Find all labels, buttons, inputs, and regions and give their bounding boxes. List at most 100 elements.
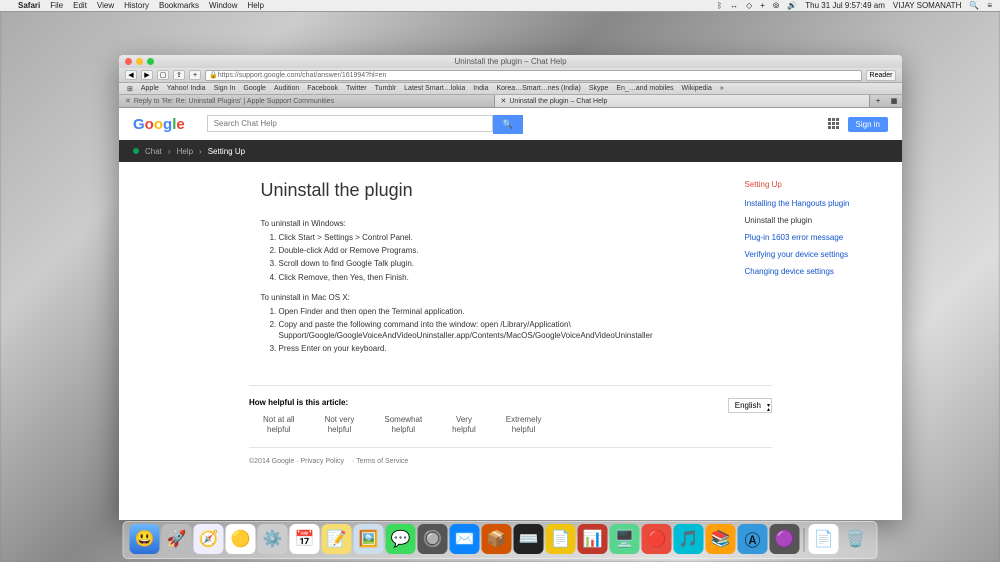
close-tab-icon[interactable]: ✕ <box>125 97 131 105</box>
page-title: Uninstall the plugin <box>261 180 717 201</box>
dock-finder[interactable]: 😃 <box>130 524 160 554</box>
bookmark-item[interactable]: Facebook <box>307 85 338 92</box>
bookmark-item[interactable]: Twitter <box>346 85 367 92</box>
sidebar-link[interactable]: Plug-in 1603 error message <box>745 233 877 242</box>
tab-chat-help[interactable]: ✕Uninstall the plugin – Chat Help <box>495 95 871 107</box>
bm-grid-icon[interactable]: ⊞ <box>127 85 133 93</box>
menu-edit[interactable]: Edit <box>73 1 87 10</box>
bluetooth-icon[interactable]: ᛒ <box>717 1 722 10</box>
bookmarks-button[interactable]: ▢ <box>157 70 169 80</box>
menubar-clock[interactable]: Thu 31 Jul 9:57:49 am <box>805 1 885 10</box>
menubar-user[interactable]: VIJAY SOMANATH <box>893 1 961 10</box>
dock-safari[interactable]: 🧭 <box>194 524 224 554</box>
menu-window[interactable]: Window <box>209 1 237 10</box>
dock-app3[interactable]: 🔴 <box>642 524 672 554</box>
page-footer: ©2014 Google · Privacy Policy · Terms of… <box>249 447 772 475</box>
signin-button[interactable]: Sign in <box>848 117 888 132</box>
sync-icon[interactable]: ↔ <box>730 1 738 10</box>
search-input[interactable] <box>207 115 493 132</box>
address-bar[interactable]: 🔒 https://support.google.com/chat/answer… <box>205 70 862 81</box>
feedback-option[interactable]: Extremelyhelpful <box>506 415 542 436</box>
dock-mail[interactable]: ✉️ <box>450 524 480 554</box>
dock-quicktime[interactable]: 🔘 <box>418 524 448 554</box>
feedback-option[interactable]: Somewhathelpful <box>384 415 422 436</box>
notifications-icon[interactable]: ≡ <box>987 1 992 10</box>
apps-icon[interactable] <box>828 118 840 130</box>
dock-numbers[interactable]: 📊 <box>578 524 608 554</box>
dock-notes[interactable]: 📝 <box>322 524 352 554</box>
sidebar-link[interactable]: Verifying your device settings <box>745 250 877 259</box>
bookmark-overflow[interactable]: » <box>720 85 724 92</box>
reader-button[interactable]: Reader <box>866 70 896 81</box>
status-dot-icon <box>133 148 139 154</box>
menu-bookmarks[interactable]: Bookmarks <box>159 1 199 10</box>
crumb-chat[interactable]: Chat <box>145 147 162 156</box>
add-bookmark-button[interactable]: + <box>189 70 201 80</box>
menu-file[interactable]: File <box>50 1 63 10</box>
tab-overview-button[interactable]: ▦ <box>886 95 902 107</box>
dock-calendar[interactable]: 📅 <box>290 524 320 554</box>
dock-trash[interactable]: 🗑️ <box>841 524 871 554</box>
menu-view[interactable]: View <box>97 1 114 10</box>
bookmark-item[interactable]: Tumblr <box>375 85 397 92</box>
footer-privacy[interactable]: Privacy Policy <box>300 458 344 465</box>
wifi-icon[interactable]: ⦾ <box>773 1 779 11</box>
dock-pages[interactable]: 📄 <box>546 524 576 554</box>
close-tab-icon[interactable]: ✕ <box>501 97 507 105</box>
dock-appstore[interactable]: Ⓐ <box>738 524 768 554</box>
dock-app1[interactable]: 📦 <box>482 524 512 554</box>
dock-document[interactable]: 📄 <box>809 524 839 554</box>
search-button[interactable]: 🔍 <box>493 115 523 134</box>
dock-chrome[interactable]: 🟡 <box>226 524 256 554</box>
volume-icon[interactable]: 🔊 <box>787 1 797 10</box>
dock-settings[interactable]: ⚙️ <box>258 524 288 554</box>
bookmark-item[interactable]: India <box>473 85 488 92</box>
dock-preview[interactable]: 🖼️ <box>354 524 384 554</box>
spotlight-icon[interactable]: 🔍 <box>969 1 979 10</box>
bookmark-item[interactable]: Wikipedia <box>682 85 712 92</box>
dock-itunes[interactable]: 🎵 <box>674 524 704 554</box>
crumb-help[interactable]: Help <box>177 147 193 156</box>
back-button[interactable]: ◀ <box>125 70 137 80</box>
tab-apple-support[interactable]: ✕Reply to 'Re: Re: Uninstall Plugins' | … <box>119 95 495 107</box>
feedback-option[interactable]: Not veryhelpful <box>325 415 355 436</box>
feedback-option[interactable]: Not at allhelpful <box>263 415 295 436</box>
bookmark-item[interactable]: En_…and mobiles <box>616 85 673 92</box>
bookmark-item[interactable]: Skype <box>589 85 608 92</box>
safari-window: Uninstall the plugin – Chat Help ◀ ▶ ▢ ⇪… <box>119 55 902 520</box>
forward-button[interactable]: ▶ <box>141 70 153 80</box>
dock-app2[interactable]: 🖥️ <box>610 524 640 554</box>
tab-bar: ✕Reply to 'Re: Re: Uninstall Plugins' | … <box>119 95 902 108</box>
bookmark-item[interactable]: Yahoo! India <box>167 85 206 92</box>
bookmark-item[interactable]: Korea…Smart…nes (India) <box>496 85 580 92</box>
bookmark-item[interactable]: Audition <box>274 85 299 92</box>
mac-step: Copy and paste the following command int… <box>279 319 717 341</box>
window-titlebar[interactable]: Uninstall the plugin – Chat Help <box>119 55 902 68</box>
bookmark-item[interactable]: Latest Smart…lokia <box>404 85 465 92</box>
menu-history[interactable]: History <box>124 1 149 10</box>
dock-messages[interactable]: 💬 <box>386 524 416 554</box>
new-tab-button[interactable]: + <box>870 95 886 107</box>
footer-terms[interactable]: Terms of Service <box>356 458 408 465</box>
dock-launchpad[interactable]: 🚀 <box>162 524 192 554</box>
win-step: Scroll down to find Google Talk plugin. <box>279 258 717 269</box>
google-logo[interactable]: Google <box>133 116 185 133</box>
bookmark-item[interactable]: Sign In <box>214 85 236 92</box>
add-icon[interactable]: + <box>760 1 765 10</box>
sidebar-link[interactable]: Changing device settings <box>745 267 877 276</box>
share-button[interactable]: ⇪ <box>173 70 185 80</box>
bookmark-item[interactable]: Apple <box>141 85 159 92</box>
dock-app4[interactable]: 🟣 <box>770 524 800 554</box>
bookmark-item[interactable]: Google <box>243 85 266 92</box>
app-name-menu[interactable]: Safari <box>18 1 40 10</box>
sidebar-link[interactable]: Installing the Hangouts plugin <box>745 199 877 208</box>
copyright: ©2014 Google <box>249 458 294 465</box>
feedback-option[interactable]: Veryhelpful <box>452 415 476 436</box>
menu-help[interactable]: Help <box>247 1 263 10</box>
language-selector[interactable]: English <box>728 398 772 413</box>
dock-terminal[interactable]: ⌨️ <box>514 524 544 554</box>
dock-ibooks[interactable]: 📚 <box>706 524 736 554</box>
dropbox-icon[interactable]: ◇ <box>746 1 752 10</box>
feedback-question: How helpful is this article: <box>249 398 348 407</box>
mac-heading: To uninstall in Mac OS X: <box>261 293 717 302</box>
